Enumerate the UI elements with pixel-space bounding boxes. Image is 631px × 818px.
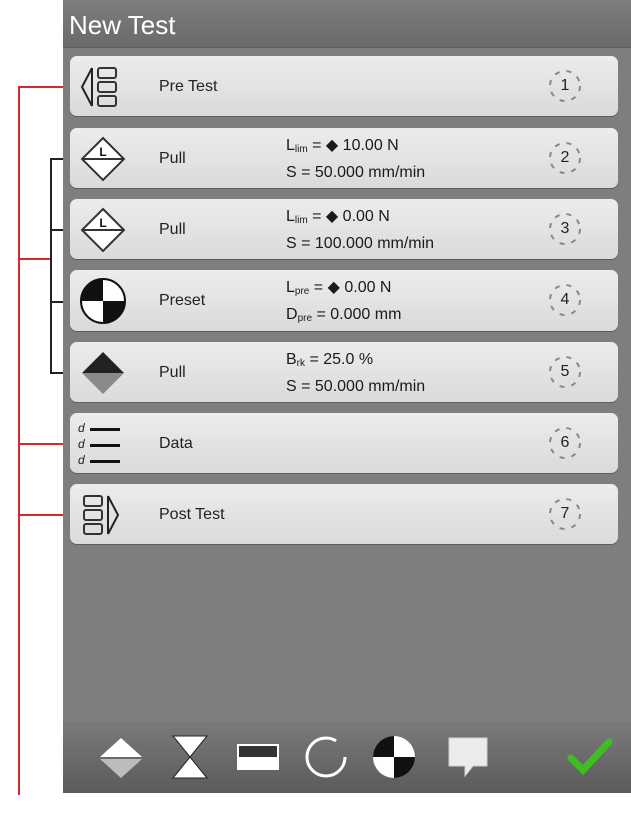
bracket-vertical — [50, 158, 52, 373]
pre-test-icon — [80, 67, 117, 107]
step-number-badge: 1 — [545, 66, 585, 106]
step-row-pull-3[interactable]: Pull Brk = 25.0 % S = 50.000 mm/min 5 — [70, 342, 618, 402]
confirm-check-icon[interactable] — [565, 732, 615, 782]
pull-limit-icon: L — [80, 136, 126, 182]
step-name: Data — [159, 435, 193, 452]
preset-icon — [80, 278, 126, 324]
step-name: Post Test — [159, 506, 225, 523]
pull-limit-icon: L — [80, 207, 126, 253]
step-number-badge: 7 — [545, 494, 585, 534]
step-name: Pre Test — [159, 78, 218, 95]
step-name: Pull — [159, 221, 186, 238]
step-params: Lpre = ◆ 0.00 N Dpre = 0.000 mm — [286, 276, 401, 330]
step-name: Pull — [159, 150, 186, 167]
step-row-pre-test[interactable]: Pre Test 1 — [70, 56, 618, 116]
device-screen: New Test Pre Test 1 L Pull Llim = ◆ 10.0… — [63, 0, 631, 793]
cycle-step-icon[interactable] — [301, 732, 351, 782]
step-row-pull-2[interactable]: L Pull Llim = ◆ 0.00 N S = 100.000 mm/mi… — [70, 199, 618, 259]
step-row-post-test[interactable]: Post Test 7 — [70, 484, 618, 544]
hold-step-icon[interactable] — [165, 732, 215, 782]
step-row-data[interactable]: d d d Data 6 — [70, 413, 618, 473]
callout-main-vertical — [18, 87, 20, 795]
break-param: Brk = 25.0 % — [286, 351, 374, 369]
preload-param: Lpre = ◆ 0.00 N — [286, 279, 392, 297]
data-icon: d d d — [78, 419, 128, 469]
step-params: Llim = ◆ 10.00 N S = 50.000 mm/min — [286, 134, 425, 184]
step-number-badge: 3 — [545, 209, 585, 249]
speed-param: S = 100.000 mm/min — [286, 235, 435, 252]
limit-param: Llim = ◆ 10.00 N — [286, 137, 399, 155]
step-number-badge: 5 — [545, 352, 585, 392]
displacement-param: Dpre = 0.000 mm — [286, 306, 402, 324]
comment-step-icon[interactable] — [443, 732, 493, 782]
step-number-badge: 6 — [545, 423, 585, 463]
speed-param: S = 50.000 mm/min — [286, 378, 426, 395]
pull-step-icon[interactable] — [96, 732, 146, 782]
step-params: Brk = 25.0 % S = 50.000 mm/min — [286, 348, 425, 398]
step-row-preset[interactable]: Preset Lpre = ◆ 0.00 N Dpre = 0.000 mm 4 — [70, 270, 618, 331]
title-bar: New Test — [63, 0, 631, 48]
step-number-badge: 2 — [545, 138, 585, 178]
step-number-badge: 4 — [545, 280, 585, 320]
stop-step-icon[interactable] — [233, 732, 283, 782]
post-test-icon — [83, 495, 120, 535]
svg-text:L: L — [99, 216, 106, 230]
speed-param: S = 50.000 mm/min — [286, 164, 426, 181]
step-params: Llim = ◆ 0.00 N S = 100.000 mm/min — [286, 205, 434, 255]
step-name: Preset — [159, 292, 206, 309]
limit-param: Llim = ◆ 0.00 N — [286, 208, 390, 226]
step-name: Pull — [159, 364, 186, 381]
step-toolbar — [63, 722, 631, 793]
step-row-pull-1[interactable]: L Pull Llim = ◆ 10.00 N S = 50.000 mm/mi… — [70, 128, 618, 188]
preset-step-icon[interactable] — [369, 732, 419, 782]
svg-text:L: L — [99, 145, 106, 159]
pull-break-icon — [82, 352, 124, 394]
callout-pull-group-line — [18, 258, 50, 260]
window-title: New Test — [69, 10, 176, 40]
